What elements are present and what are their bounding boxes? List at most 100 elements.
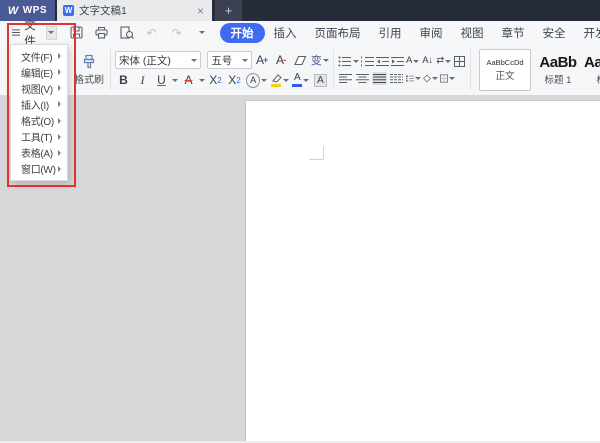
italic-button[interactable]: I <box>134 72 151 88</box>
highlight-button[interactable] <box>270 72 289 88</box>
char-shading-button[interactable]: A <box>312 72 329 88</box>
tab-references[interactable]: 引用 <box>370 23 411 43</box>
tab-section[interactable]: 章节 <box>493 23 534 43</box>
numbered-list-button[interactable] <box>361 55 374 68</box>
tab-stops-button[interactable] <box>453 55 466 68</box>
shrink-font-button[interactable]: A- <box>273 52 290 68</box>
style-heading1[interactable]: AaBb 标题 1 <box>533 50 583 90</box>
chevron-down-icon <box>48 31 54 34</box>
font-size-select[interactable]: 五号 <box>207 51 252 69</box>
style-label: 正文 <box>495 70 515 82</box>
cjk-layout-icon: ⇄ <box>436 55 445 67</box>
style-label: 标题 1 <box>544 74 572 86</box>
superscript-button[interactable]: X2 <box>207 72 224 88</box>
plus-icon: + <box>263 55 269 65</box>
print-icon <box>95 26 108 39</box>
font-color-icon: A <box>292 73 303 87</box>
text-effects-icon: A <box>246 72 261 88</box>
menu-item-format[interactable]: 格式(O) <box>11 113 67 128</box>
distribute-button[interactable] <box>389 72 404 85</box>
subscript-button[interactable]: X2 <box>226 72 243 88</box>
document-page[interactable] <box>245 100 600 443</box>
menu-item-label: 表格(A) <box>21 149 53 161</box>
menu-item-label: 编辑(E) <box>21 68 53 80</box>
save-button[interactable] <box>69 25 85 41</box>
line-spacing-button[interactable] <box>406 72 421 85</box>
submenu-arrow-icon <box>58 149 61 156</box>
line-spacing-icon <box>406 74 414 82</box>
borders-button[interactable] <box>440 72 455 85</box>
sort-button[interactable]: A↓ <box>421 55 434 68</box>
menu-item-table[interactable]: 表格(A) <box>11 145 67 160</box>
chevron-down-icon <box>322 58 329 62</box>
print-preview-button[interactable] <box>119 25 135 41</box>
submenu-arrow-icon <box>58 117 61 124</box>
menu-item-tools[interactable]: 工具(T) <box>11 129 67 144</box>
decrease-indent-button[interactable] <box>376 55 389 68</box>
align-left-button[interactable] <box>338 72 353 85</box>
justify-icon <box>373 73 386 83</box>
file-menu-dropdown[interactable] <box>45 25 57 40</box>
text-direction-button[interactable]: A <box>406 55 420 68</box>
align-center-icon <box>356 73 369 83</box>
underline-button[interactable]: U <box>153 72 170 88</box>
menu-item-window[interactable]: 窗口(W) <box>11 161 67 176</box>
grow-font-button[interactable]: A + <box>254 52 271 68</box>
shading-button[interactable] <box>423 72 438 85</box>
clear-format-button[interactable] <box>292 52 309 68</box>
bullet-list-icon <box>338 56 351 66</box>
menu-item-label: 视图(V) <box>21 84 53 96</box>
strikethrough-button[interactable]: A <box>180 72 197 88</box>
font-color-button[interactable]: A <box>292 72 310 88</box>
tab-security[interactable]: 安全 <box>534 23 575 43</box>
menu-item-file[interactable]: 文件(F) <box>11 49 67 64</box>
hamburger-icon <box>12 29 21 36</box>
format-painter-label: 格式刷 <box>74 74 104 86</box>
style-normal[interactable]: AaBbCcDd 正文 <box>479 48 531 91</box>
tab-developer[interactable]: 开发工具 <box>575 23 600 43</box>
save-icon <box>70 26 83 39</box>
document-tab[interactable]: W 文字文稿1 × <box>57 0 212 21</box>
chevron-down-icon <box>198 31 205 34</box>
style-label: 标题 2 <box>597 72 600 86</box>
menu-item-view[interactable]: 视图(V) <box>11 81 67 96</box>
undo-button[interactable]: ↶ <box>144 25 160 41</box>
tab-view[interactable]: 视图 <box>452 23 493 43</box>
submenu-arrow-icon <box>58 165 61 172</box>
borders-icon <box>440 74 448 82</box>
tab-home[interactable]: 开始 <box>219 22 265 43</box>
bullet-list-button[interactable] <box>338 55 351 68</box>
title-bar: W WPS W 文字文稿1 × + <box>0 0 600 21</box>
align-center-button[interactable] <box>355 72 370 85</box>
increase-indent-button[interactable] <box>391 55 404 68</box>
ribbon-toolbar: 格式刷 宋体 (正文) 五号 A + A- 变 B I U A X 2 X 2 … <box>0 44 600 96</box>
font-group: 宋体 (正文) 五号 A + A- 变 B I U A X 2 X 2 A A … <box>115 44 329 95</box>
submenu-arrow-icon <box>58 53 61 60</box>
text-effects-button[interactable]: A <box>245 72 268 88</box>
style-sample: AaBb(A <box>584 53 600 71</box>
chevron-down-icon <box>413 59 420 63</box>
menu-item-edit[interactable]: 编辑(E) <box>11 65 67 80</box>
cjk-layout-button[interactable]: ⇄ <box>436 55 452 68</box>
customize-toolbar-button[interactable] <box>194 25 210 41</box>
tab-insert[interactable]: 插入 <box>265 23 306 43</box>
print-button[interactable] <box>94 25 110 41</box>
menu-item-insert[interactable]: 插入(I) <box>11 97 67 112</box>
font-name-select[interactable]: 宋体 (正文) <box>115 51 202 69</box>
style-heading2[interactable]: AaBb(A 标题 2 <box>584 50 600 90</box>
format-painter-icon <box>83 54 95 68</box>
new-tab-button[interactable]: + <box>215 0 242 21</box>
menu-row: 文件 ↶ ↷ 开始 插入 页面布局 引用 审阅 视图 章节 安全 开 <box>0 20 600 48</box>
tab-page-layout[interactable]: 页面布局 <box>306 23 370 43</box>
redo-button[interactable]: ↷ <box>169 25 185 41</box>
decrease-indent-icon <box>376 56 389 66</box>
format-painter-button[interactable]: 格式刷 <box>72 44 106 95</box>
submenu-arrow-icon <box>58 85 61 92</box>
font-name-value: 宋体 (正文) <box>119 54 171 67</box>
justify-button[interactable] <box>372 71 387 85</box>
text-tool-button[interactable]: 变 <box>311 52 329 68</box>
bold-button[interactable]: B <box>115 72 132 88</box>
tab-close-icon[interactable]: × <box>195 5 206 17</box>
tab-review[interactable]: 审阅 <box>411 23 452 43</box>
shading-icon <box>423 74 431 82</box>
